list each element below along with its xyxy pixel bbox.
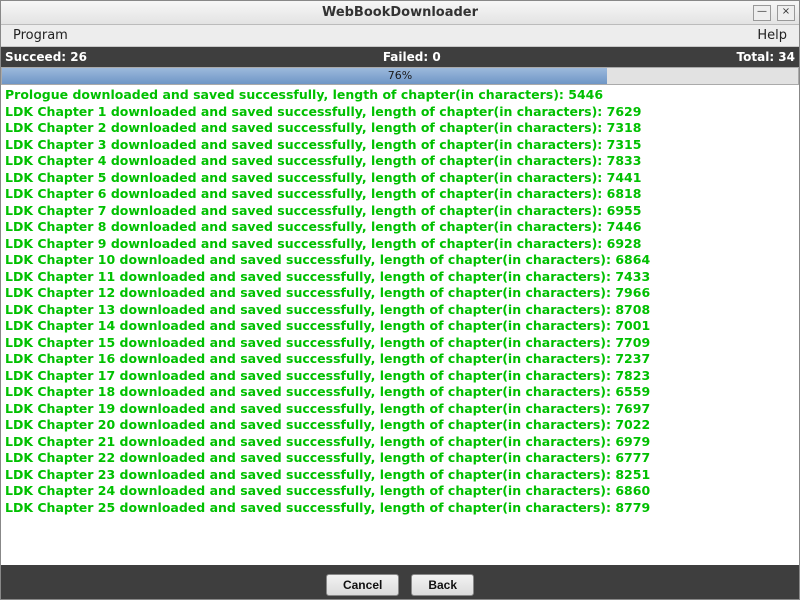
- log-line: LDK Chapter 22 downloaded and saved succ…: [5, 450, 795, 467]
- log-line: LDK Chapter 5 downloaded and saved succe…: [5, 170, 795, 187]
- back-button[interactable]: Back: [411, 574, 474, 596]
- log-line: LDK Chapter 8 downloaded and saved succe…: [5, 219, 795, 236]
- log-line: LDK Chapter 12 downloaded and saved succ…: [5, 285, 795, 302]
- log-line: LDK Chapter 4 downloaded and saved succe…: [5, 153, 795, 170]
- footer: Cancel Back: [1, 571, 799, 599]
- log-line: LDK Chapter 25 downloaded and saved succ…: [5, 500, 795, 517]
- close-button[interactable]: ×: [777, 5, 795, 21]
- log-line: LDK Chapter 2 downloaded and saved succe…: [5, 120, 795, 137]
- log-line: LDK Chapter 9 downloaded and saved succe…: [5, 236, 795, 253]
- status-total: Total: 34: [737, 50, 795, 64]
- log-line: LDK Chapter 21 downloaded and saved succ…: [5, 434, 795, 451]
- menubar: Program Help: [1, 25, 799, 47]
- log-line: LDK Chapter 13 downloaded and saved succ…: [5, 302, 795, 319]
- minimize-button[interactable]: —: [753, 5, 771, 21]
- menu-program[interactable]: Program: [7, 26, 74, 45]
- status-succeed: Succeed: 26: [5, 50, 87, 64]
- log-line: LDK Chapter 15 downloaded and saved succ…: [5, 335, 795, 352]
- log-line: LDK Chapter 18 downloaded and saved succ…: [5, 384, 795, 401]
- status-failed: Failed: 0: [87, 50, 737, 64]
- titlebar[interactable]: WebBookDownloader — ×: [1, 1, 799, 25]
- log-line: LDK Chapter 10 downloaded and saved succ…: [5, 252, 795, 269]
- log-line: LDK Chapter 16 downloaded and saved succ…: [5, 351, 795, 368]
- log-line: LDK Chapter 14 downloaded and saved succ…: [5, 318, 795, 335]
- log-line: LDK Chapter 7 downloaded and saved succe…: [5, 203, 795, 220]
- menu-help[interactable]: Help: [751, 26, 793, 45]
- log-line: LDK Chapter 3 downloaded and saved succe…: [5, 137, 795, 154]
- app-window: WebBookDownloader — × Program Help Succe…: [0, 0, 800, 600]
- progress-bar: 76%: [1, 67, 799, 85]
- log-line: LDK Chapter 23 downloaded and saved succ…: [5, 467, 795, 484]
- progress-label: 76%: [2, 68, 798, 84]
- log-line: LDK Chapter 19 downloaded and saved succ…: [5, 401, 795, 418]
- log-line: LDK Chapter 20 downloaded and saved succ…: [5, 417, 795, 434]
- window-title: WebBookDownloader: [1, 5, 799, 20]
- cancel-button[interactable]: Cancel: [326, 574, 399, 596]
- log-line: LDK Chapter 17 downloaded and saved succ…: [5, 368, 795, 385]
- log-line: LDK Chapter 24 downloaded and saved succ…: [5, 483, 795, 500]
- status-bar: Succeed: 26 Failed: 0 Total: 34: [1, 47, 799, 67]
- log-output[interactable]: Prologue downloaded and saved successful…: [1, 85, 799, 565]
- log-line: Prologue downloaded and saved successful…: [5, 87, 795, 104]
- log-line: LDK Chapter 11 downloaded and saved succ…: [5, 269, 795, 286]
- window-controls: — ×: [753, 5, 795, 21]
- log-line: LDK Chapter 6 downloaded and saved succe…: [5, 186, 795, 203]
- log-line: LDK Chapter 1 downloaded and saved succe…: [5, 104, 795, 121]
